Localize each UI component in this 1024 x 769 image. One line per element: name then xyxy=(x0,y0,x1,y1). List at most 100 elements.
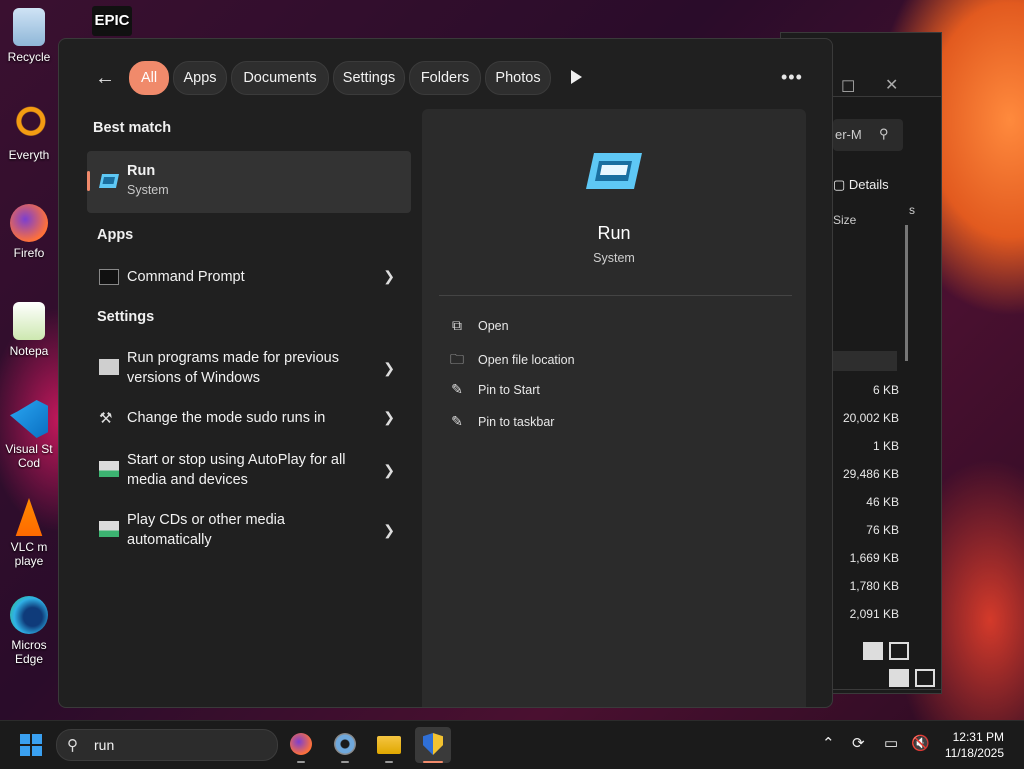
back-arrow-icon[interactable]: ← xyxy=(95,67,115,90)
recycle-bin-icon xyxy=(13,8,45,46)
result-command-prompt[interactable]: Command Prompt ❯ xyxy=(87,257,411,297)
pin-icon: ✎ xyxy=(451,381,463,397)
file-size-cell: 1 KB xyxy=(872,439,899,453)
file-size-cell: 1,780 KB xyxy=(849,579,899,593)
desktop-icon-notepad[interactable]: Notepa xyxy=(0,302,58,358)
firefox-icon xyxy=(290,733,312,755)
start-search-panel: ← All Apps Documents Settings Folders Ph… xyxy=(58,38,833,708)
everything-search-icon xyxy=(10,106,48,144)
taskbar-search-box[interactable]: ⚲ run xyxy=(56,729,278,761)
settings-heading: Settings xyxy=(97,309,155,325)
command-prompt-icon xyxy=(99,269,119,285)
developer-tools-icon: ⚒ xyxy=(99,410,113,427)
preview-title: Run xyxy=(597,223,631,243)
sync-icon[interactable]: ⟳ xyxy=(852,734,865,752)
divider xyxy=(439,295,792,296)
chevron-right-icon: ❯ xyxy=(383,409,395,425)
filter-photos[interactable]: Photos xyxy=(485,61,551,95)
program-compatibility-icon xyxy=(99,359,119,375)
best-match-run[interactable]: Run System xyxy=(87,151,411,213)
selection-accent xyxy=(87,171,90,191)
windows-logo-icon xyxy=(20,734,30,744)
notepad-plus-plus-icon xyxy=(13,302,45,340)
search-icon: ⚲ xyxy=(67,737,78,754)
result-autoplay[interactable]: Start or stop using AutoPlay for all med… xyxy=(87,445,411,495)
result-play-cds[interactable]: Play CDs or other media automatically ❯ xyxy=(87,505,411,555)
details-view-icon[interactable] xyxy=(863,642,883,660)
desktop-icon-vlc[interactable]: VLC m playe xyxy=(0,498,58,568)
filter-folders[interactable]: Folders xyxy=(409,61,481,95)
file-size-cell: 2,091 KB xyxy=(849,607,899,621)
settings-gear-icon xyxy=(334,733,356,755)
more-options-icon[interactable]: ••• xyxy=(781,67,803,88)
file-size-cell: 46 KB xyxy=(866,495,899,509)
run-app-large-icon xyxy=(586,153,642,189)
shield-icon xyxy=(423,733,443,755)
chevron-right-icon: ❯ xyxy=(383,360,395,376)
vlc-icon xyxy=(15,498,43,536)
folder-icon xyxy=(377,736,401,754)
search-query[interactable]: run xyxy=(94,737,114,753)
maximize-icon[interactable]: ☐ xyxy=(841,77,855,97)
taskbar-settings[interactable] xyxy=(327,727,363,763)
firefox-icon xyxy=(10,204,48,242)
taskbar-firefox[interactable] xyxy=(283,727,319,763)
edge-icon xyxy=(10,596,48,634)
action-open-file-location[interactable]: 🗀 Open file location xyxy=(448,349,575,373)
filter-settings[interactable]: Settings xyxy=(333,61,405,95)
explorer-window-front[interactable]: er-M ⚲ ▢ Details Size s 6 KB 20,002 KB 1 K… xyxy=(832,96,942,690)
pin-icon: ✎ xyxy=(451,413,463,429)
file-size-list: 6 KB 20,002 KB 1 KB 29,486 KB 46 KB 76 KB 1,66… xyxy=(833,97,941,689)
desktop-icon-edge[interactable]: Micros Edge xyxy=(0,596,58,666)
tiles-view-icon[interactable] xyxy=(889,642,909,660)
autoplay-media-icon xyxy=(99,521,119,537)
file-size-cell: 20,002 KB xyxy=(842,411,899,425)
chevron-right-icon: ❯ xyxy=(383,268,395,284)
close-icon[interactable]: ✕ xyxy=(885,75,898,95)
chevron-right-icon: ❯ xyxy=(383,522,395,538)
start-button[interactable] xyxy=(20,734,42,756)
file-size-cell: 29,486 KB xyxy=(842,467,899,481)
display-icon[interactable]: ▭ xyxy=(884,734,898,752)
open-external-icon: ⧉ xyxy=(452,317,462,333)
apps-heading: Apps xyxy=(97,227,134,243)
clock-date: 11/18/2025 xyxy=(944,746,1004,760)
best-match-heading: Best match xyxy=(93,120,172,136)
desktop-icon-firefox[interactable]: Firefo xyxy=(0,204,58,260)
desktop-icon-vscode[interactable]: Visual St Cod xyxy=(0,400,58,470)
search-filter-bar: ← All Apps Documents Settings Folders Ph… xyxy=(59,39,832,119)
taskbar-file-explorer[interactable] xyxy=(371,727,407,763)
autoplay-icon xyxy=(99,461,119,477)
filter-documents[interactable]: Documents xyxy=(231,61,329,95)
desktop-icon-everything[interactable]: Everyth xyxy=(0,106,58,162)
filter-apps[interactable]: Apps xyxy=(173,61,227,95)
clock-time: 12:31 PM xyxy=(952,730,1004,744)
desktop-icon-epic-games[interactable]: EPIC xyxy=(92,6,136,36)
run-icon xyxy=(99,174,119,188)
action-open[interactable]: ⧉ Open xyxy=(448,317,509,334)
chevron-right-icon: ❯ xyxy=(383,462,395,478)
best-match-title: Run xyxy=(127,163,156,179)
details-view-icon-back[interactable] xyxy=(889,669,909,687)
clock[interactable]: 12:31 PM 11/18/2025 xyxy=(945,729,1004,761)
more-filters-play-icon[interactable] xyxy=(571,70,582,84)
file-size-cell: 1,669 KB xyxy=(849,551,899,565)
file-size-cell: 6 KB xyxy=(872,383,899,397)
taskbar-security-app[interactable] xyxy=(415,727,451,763)
epic-games-icon: EPIC xyxy=(92,6,132,36)
folder-icon: 🗀 xyxy=(450,351,464,367)
chevron-up-icon[interactable]: ⌃ xyxy=(822,734,835,752)
best-match-subtitle: System xyxy=(127,183,169,197)
desktop-icon-recycle-bin[interactable]: Recycle xyxy=(0,8,58,64)
action-pin-to-taskbar[interactable]: ✎ Pin to taskbar xyxy=(448,413,554,430)
result-sudo-mode[interactable]: ⚒ Change the mode sudo runs in ❯ xyxy=(87,399,411,437)
action-pin-to-start[interactable]: ✎ Pin to Start xyxy=(448,381,540,398)
tiles-view-icon-back[interactable] xyxy=(915,669,935,687)
file-size-cell: 76 KB xyxy=(866,523,899,537)
result-run-previous-versions[interactable]: Run programs made for previous versions … xyxy=(87,343,411,393)
taskbar: ⚲ run ⌃ ⟳ ▭ 🔇 12:31 PM 11/18/2025 xyxy=(0,720,1024,769)
volume-muted-icon[interactable]: 🔇 xyxy=(911,734,930,752)
preview-pane: Run System ⧉ Open 🗀 Open file location ✎ Pi… xyxy=(422,109,806,707)
filter-all[interactable]: All xyxy=(129,61,169,95)
preview-subtitle: System xyxy=(593,251,635,265)
